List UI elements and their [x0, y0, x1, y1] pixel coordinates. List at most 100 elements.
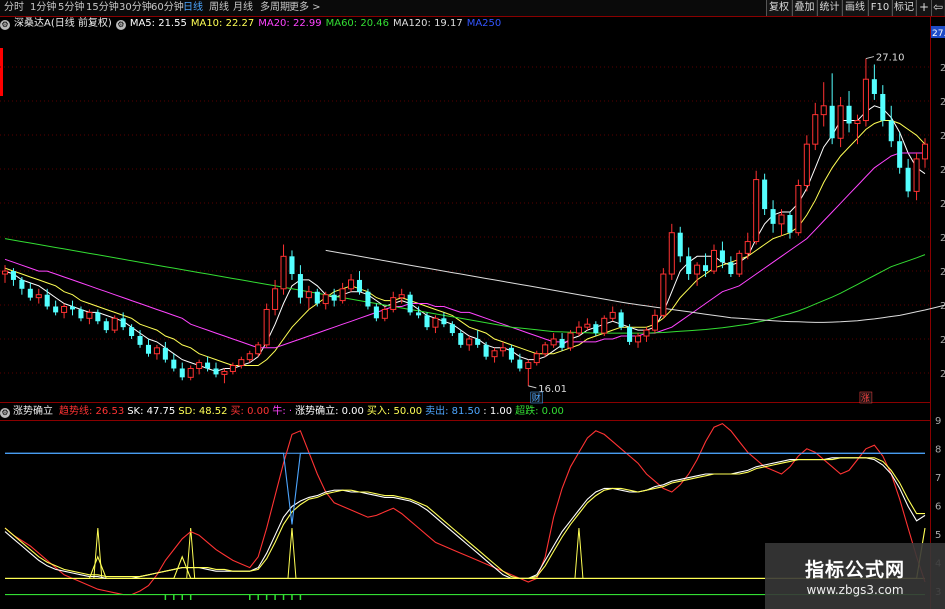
candle-body — [744, 241, 751, 254]
indicator-line — [5, 452, 925, 525]
candle-body — [78, 309, 84, 319]
candle-body — [449, 324, 455, 334]
candle-body — [424, 315, 430, 328]
buy-spike — [93, 527, 103, 579]
candle-body — [466, 338, 473, 346]
indicator-tick: 8 — [935, 445, 941, 456]
price-tick: 2 — [940, 131, 945, 142]
watermark: 指标公式网 www.zbgs3.com — [765, 543, 945, 609]
price-tick: 2 — [940, 63, 945, 74]
candle-body — [314, 291, 320, 304]
watermark-title: 指标公式网 — [804, 559, 905, 581]
stock-chart[interactable]: 222222222227.127.1016.01财涨9876543 — [0, 0, 945, 609]
candle-body — [145, 344, 152, 354]
candle-body — [441, 318, 447, 325]
candle-body — [862, 78, 869, 122]
candle-body — [10, 271, 16, 280]
candle-body — [719, 250, 725, 263]
candle-body — [559, 338, 565, 348]
buy-spike — [574, 527, 584, 579]
candle-body — [601, 317, 608, 334]
candle-body — [416, 312, 422, 316]
candle-body — [162, 347, 168, 360]
candle-body — [517, 359, 523, 369]
candle-body — [398, 294, 405, 299]
candle-body — [120, 318, 126, 328]
candle-body — [609, 311, 616, 319]
watermark-url: www.zbgs3.com — [806, 583, 904, 597]
candle-body — [475, 338, 481, 345]
event-badge-label: 涨 — [861, 393, 870, 404]
candle-body — [703, 265, 709, 272]
candle-body — [803, 143, 810, 186]
candle-body — [407, 294, 413, 313]
candle-body — [221, 370, 228, 375]
candle-body — [339, 288, 346, 302]
candle-body — [86, 311, 93, 319]
candle-body — [668, 232, 675, 275]
current-price-label: 27.1 — [932, 29, 945, 39]
candle-body — [795, 184, 802, 234]
candle-body — [829, 105, 835, 139]
candle-body — [762, 179, 768, 210]
candle-body — [111, 317, 118, 331]
candle-body — [305, 291, 312, 299]
indicator-tick: 5 — [935, 530, 941, 541]
candle-body — [618, 312, 624, 328]
candle-body — [289, 256, 295, 275]
left-marker — [0, 48, 3, 96]
candle-body — [787, 215, 793, 233]
candle-body — [736, 252, 743, 275]
candle-body — [53, 306, 59, 313]
candle-body — [508, 347, 514, 360]
candle-body — [44, 294, 50, 307]
candle-body — [381, 308, 388, 319]
candle-body — [778, 214, 785, 225]
candle-body — [542, 344, 549, 355]
candle-body — [846, 105, 852, 124]
candle-body — [584, 323, 591, 328]
candle-body — [153, 347, 160, 355]
candle-body — [897, 141, 903, 168]
candle-body — [61, 306, 68, 313]
candle-body — [390, 297, 397, 310]
candle-body — [686, 256, 692, 275]
candle-body — [921, 143, 929, 160]
candle-body — [651, 314, 658, 331]
candle-body — [196, 362, 203, 369]
candle-body — [643, 329, 650, 337]
candle-body — [137, 336, 143, 345]
candle-body — [710, 249, 718, 272]
event-badge-label: 财 — [532, 392, 541, 404]
candle-body — [280, 255, 287, 290]
candle-body — [331, 294, 337, 301]
indicator-tick: 9 — [935, 416, 941, 427]
candle-body — [35, 294, 42, 299]
candle-body — [770, 209, 776, 224]
candle-body — [880, 93, 886, 121]
min-pointer — [528, 385, 537, 389]
candle-body — [322, 294, 329, 305]
candle-body — [491, 350, 498, 358]
buy-spike — [287, 527, 297, 579]
price-tick: 2 — [940, 267, 945, 278]
candle-body — [634, 335, 642, 343]
candle-body — [627, 327, 633, 342]
candle-body — [95, 312, 101, 322]
candle-body — [694, 264, 701, 275]
candle-body — [871, 79, 877, 94]
candle-body — [272, 288, 279, 310]
candle-body — [432, 317, 439, 328]
candle-body — [533, 353, 540, 364]
candle-body — [19, 279, 25, 289]
candle-body — [593, 324, 599, 334]
candle-body — [854, 120, 861, 124]
candle-body — [213, 368, 219, 375]
candle-body — [179, 368, 185, 378]
price-tick: 2 — [940, 165, 945, 176]
candle-body — [171, 359, 177, 369]
price-tick: 2 — [940, 335, 945, 346]
candle-body — [356, 279, 363, 292]
price-tick: 2 — [940, 97, 945, 108]
candle-body — [238, 359, 245, 367]
